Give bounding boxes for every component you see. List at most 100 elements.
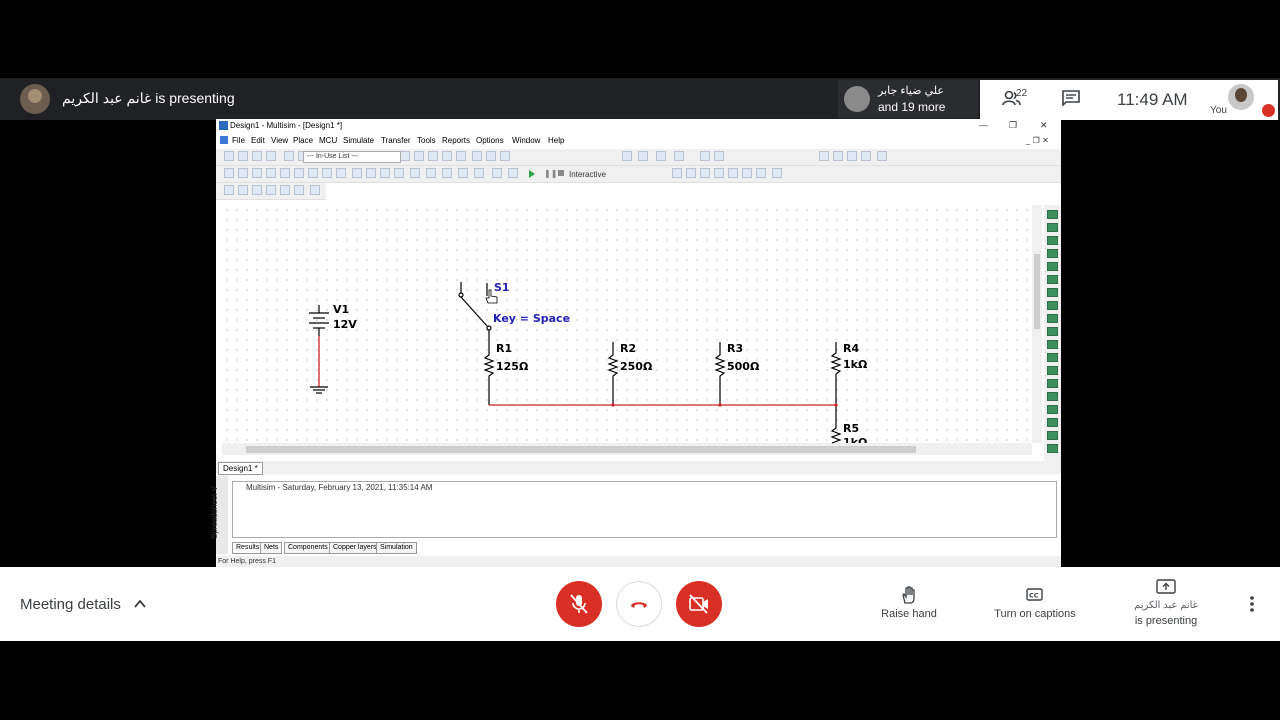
oscilloscope-icon[interactable] xyxy=(1047,249,1058,258)
interactive-mode-label[interactable]: Interactive xyxy=(569,170,606,179)
place-diode-icon[interactable] xyxy=(252,168,262,178)
place-electromech-icon[interactable] xyxy=(426,168,436,178)
instrument-6-icon[interactable] xyxy=(742,168,752,178)
distortion-analyzer-icon[interactable] xyxy=(1047,353,1058,362)
menu-tools[interactable]: Tools xyxy=(417,136,436,145)
menu-reports[interactable]: Reports xyxy=(442,136,470,145)
transfer-icon[interactable] xyxy=(638,151,648,161)
instrument-settings-icon[interactable] xyxy=(772,168,782,178)
database-icon[interactable] xyxy=(428,151,438,161)
captions-icon[interactable]: CC xyxy=(1026,588,1043,601)
iv-analyzer-icon[interactable] xyxy=(1047,340,1058,349)
toggle-panel-icon[interactable] xyxy=(400,151,410,161)
instrument-7-icon[interactable] xyxy=(756,168,766,178)
view-7-icon[interactable] xyxy=(310,185,320,195)
current-probe-icon[interactable] xyxy=(1047,444,1058,453)
stop-simulation-icon[interactable] xyxy=(558,170,564,176)
place-misc-icon[interactable] xyxy=(394,168,404,178)
menu-help[interactable]: Help xyxy=(548,136,564,145)
menu-view[interactable]: View xyxy=(271,136,288,145)
place-power-icon[interactable] xyxy=(380,168,390,178)
spreadsheet-icon[interactable] xyxy=(414,151,424,161)
print-icon[interactable] xyxy=(284,151,294,161)
tab-nets[interactable]: Nets xyxy=(260,542,283,554)
instrument-3-icon[interactable] xyxy=(700,168,710,178)
captions-label[interactable]: Turn on captions xyxy=(989,608,1081,620)
mdi-minimize-icon[interactable]: _ ❐ ✕ xyxy=(1026,136,1049,145)
zoom-area-icon[interactable] xyxy=(847,151,857,161)
agilent-generator-icon[interactable] xyxy=(1047,392,1058,401)
chat-icon[interactable] xyxy=(1062,90,1080,106)
run-simulation-icon[interactable] xyxy=(529,170,535,178)
place-mcu-icon[interactable] xyxy=(322,168,332,178)
view-5-icon[interactable] xyxy=(280,185,290,195)
open-folder-icon[interactable] xyxy=(252,151,262,161)
zoom-fit-icon[interactable] xyxy=(861,151,871,161)
open-icon[interactable] xyxy=(238,151,248,161)
agilent-oscilloscope-icon[interactable] xyxy=(1047,418,1058,427)
forward-annotate-icon[interactable] xyxy=(674,151,684,161)
place-mixed-icon[interactable] xyxy=(352,168,362,178)
view-3-icon[interactable] xyxy=(252,185,262,195)
vertical-scroll-thumb[interactable] xyxy=(1034,254,1040,329)
view-2-icon[interactable] xyxy=(238,185,248,195)
tab-copper-layers[interactable]: Copper layers xyxy=(329,542,381,554)
wattmeter-icon[interactable] xyxy=(1047,236,1058,245)
menu-options[interactable]: Options xyxy=(476,136,504,145)
tab-design1[interactable]: Design1 * xyxy=(218,462,263,475)
new-icon[interactable] xyxy=(224,151,234,161)
view-6-icon[interactable] xyxy=(294,185,304,195)
save-icon[interactable] xyxy=(266,151,276,161)
place-antenna-icon[interactable] xyxy=(410,168,420,178)
horizontal-scroll-thumb[interactable] xyxy=(246,446,916,453)
instrument-5-icon[interactable] xyxy=(728,168,738,178)
menu-file[interactable]: File xyxy=(232,136,245,145)
help-icon[interactable] xyxy=(714,151,724,161)
place-cmos-icon[interactable] xyxy=(308,168,318,178)
place-source-icon[interactable] xyxy=(224,168,234,178)
place-connector-icon[interactable] xyxy=(458,168,468,178)
zoom-out-icon[interactable] xyxy=(833,151,843,161)
place-hierarchical-icon[interactable] xyxy=(474,168,484,178)
self-avatar[interactable] xyxy=(1228,84,1254,110)
menu-place[interactable]: Place xyxy=(293,136,313,145)
probe-icon[interactable] xyxy=(508,168,518,178)
backannotate-icon[interactable] xyxy=(656,151,666,161)
close-icon[interactable]: ✕ xyxy=(1040,120,1048,131)
instrument-2-icon[interactable] xyxy=(686,168,696,178)
frequency-counter-icon[interactable] xyxy=(1047,288,1058,297)
in-use-list-select[interactable]: --- In-Use List --- xyxy=(303,151,401,163)
erc-icon[interactable] xyxy=(622,151,632,161)
leave-call-button[interactable] xyxy=(616,581,662,627)
minimize-icon[interactable]: — xyxy=(979,120,988,130)
place-analog-icon[interactable] xyxy=(280,168,290,178)
meeting-details-button[interactable]: Meeting details xyxy=(20,596,121,613)
place-advanced-icon[interactable] xyxy=(336,168,346,178)
more-options-icon[interactable] xyxy=(1250,595,1254,613)
logic-analyzer-icon[interactable] xyxy=(1047,314,1058,323)
instrument-4-icon[interactable] xyxy=(714,168,724,178)
place-basic-icon[interactable] xyxy=(238,168,248,178)
place-bus-icon[interactable] xyxy=(492,168,502,178)
postprocessor-icon[interactable] xyxy=(456,151,466,161)
grapher-icon[interactable] xyxy=(442,151,452,161)
four-channel-oscilloscope-icon[interactable] xyxy=(1047,262,1058,271)
find-examples-icon[interactable] xyxy=(700,151,710,161)
settings-gear-icon[interactable] xyxy=(500,151,510,161)
menu-edit[interactable]: Edit xyxy=(251,136,265,145)
tab-simulation[interactable]: Simulation xyxy=(376,542,417,554)
tab-results[interactable]: Results xyxy=(232,542,264,554)
restore-icon[interactable]: ❐ xyxy=(1009,120,1017,131)
view-4-icon[interactable] xyxy=(266,185,276,195)
chevron-up-icon[interactable] xyxy=(134,599,146,608)
menu-simulate[interactable]: Simulate xyxy=(343,136,374,145)
component-wizard-icon[interactable] xyxy=(472,151,482,161)
logic-converter-icon[interactable] xyxy=(1047,327,1058,336)
menu-mcu[interactable]: MCU xyxy=(319,136,337,145)
place-ni-icon[interactable] xyxy=(442,168,452,178)
present-screen-icon[interactable] xyxy=(1156,579,1176,595)
raise-hand-icon[interactable] xyxy=(900,585,918,605)
tab-components[interactable]: Components xyxy=(284,542,332,554)
camera-toggle-button[interactable] xyxy=(676,581,722,627)
bode-plotter-icon[interactable] xyxy=(1047,275,1058,284)
